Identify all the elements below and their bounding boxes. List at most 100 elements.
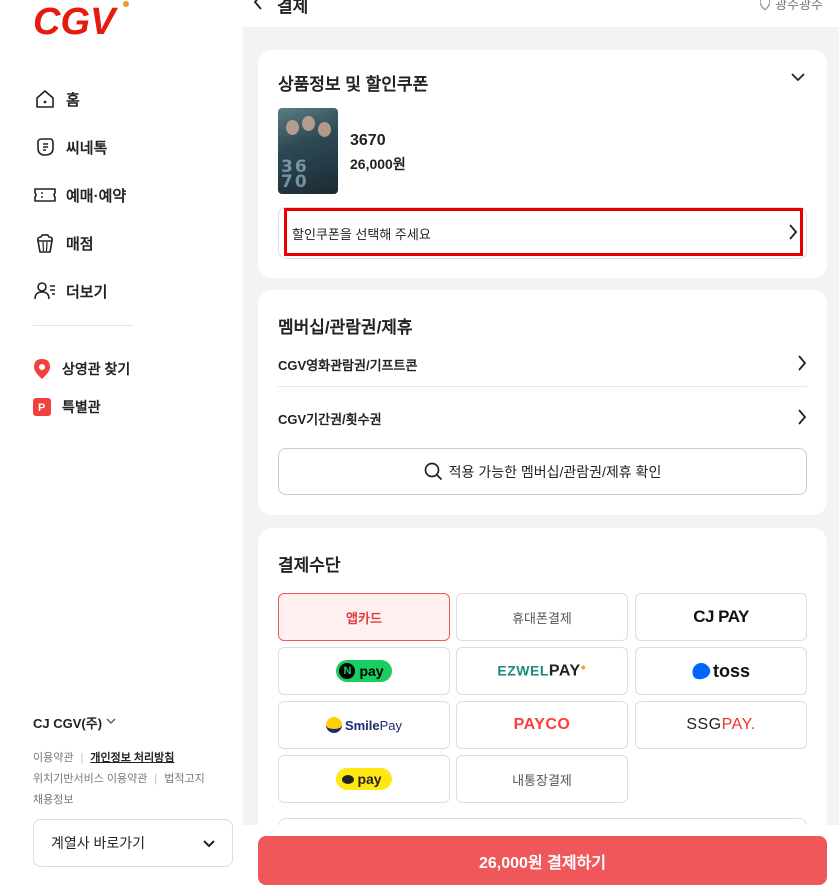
toss-logo: toss <box>689 660 750 682</box>
chevron-down-icon <box>203 835 215 851</box>
cgv-logo[interactable]: CGV <box>33 0 133 43</box>
ezwelpay-logo: EZWELPAY● <box>497 662 586 681</box>
separator: | <box>80 752 84 764</box>
nav-item-more[interactable]: 더보기 <box>33 267 126 315</box>
coupon-select-button[interactable]: 할인쿠폰을 선택해 주세요 <box>278 207 807 259</box>
naverpay-logo: N pay <box>336 660 392 682</box>
bottom-pay-bar: 26,000원 결제하기 <box>243 825 839 895</box>
card-title: 멤버십/관람권/제휴 <box>278 318 413 337</box>
poster-title: 36 70 <box>281 157 309 192</box>
more-people-icon <box>33 279 57 303</box>
check-membership-button[interactable]: 적용 가능한 멤버십/관람권/제휴 확인 <box>278 448 807 495</box>
pay-appcard-button[interactable]: 앱카드 <box>278 593 450 641</box>
nav-item-cinetalk[interactable]: 씨네톡 <box>33 123 126 171</box>
company-info-toggle[interactable]: CJ CGV(주) <box>33 713 116 732</box>
page-title: 결제 <box>277 0 309 16</box>
affiliate-select[interactable]: 계열사 바로가기 <box>33 819 233 867</box>
nav-item-special-theater[interactable]: P 특별관 <box>33 388 130 426</box>
collapse-button[interactable] <box>789 68 807 86</box>
cjpay-logo: CJ PAY <box>693 607 749 626</box>
nav-label: 매점 <box>66 235 94 253</box>
ezwel-text: EZWEL <box>497 662 549 679</box>
smile-text: Smile <box>344 717 380 733</box>
row-label: CGV영화관람권/기프트콘 <box>278 358 418 373</box>
nav-item-booking[interactable]: 예매·예약 <box>33 171 126 219</box>
pay-toss-button[interactable]: toss <box>635 647 807 695</box>
legal-link[interactable]: 법적고지 <box>164 773 204 785</box>
chevron-left-icon <box>253 0 263 15</box>
popcorn-icon <box>33 231 57 255</box>
speech-bubble-icon <box>342 774 355 784</box>
naver-n-icon: N <box>339 663 356 679</box>
movie-poster: 36 70 <box>278 108 338 194</box>
ssg-text: SSG <box>686 716 722 733</box>
privacy-link[interactable]: 개인정보 처리방침 <box>90 752 174 764</box>
top-bar: 결제 광주광주 <box>243 0 839 27</box>
card-title: 결제수단 <box>278 556 341 575</box>
pay-naverpay-button[interactable]: N pay <box>278 647 450 695</box>
kakaopay-logo: pay <box>336 768 392 790</box>
company-name: CJ CGV(주) <box>33 716 103 731</box>
location-pin-icon <box>33 359 51 379</box>
ssg-pay-text: PAY. <box>721 716 756 733</box>
nav-label: 홈 <box>66 91 80 109</box>
footer-links: 이용약관 | 개인정보 처리방침 위치기반서비스 이용약관 | 법적고지 채용정보 <box>33 748 233 811</box>
pay-cjpay-button[interactable]: CJ PAY <box>635 593 807 641</box>
main-nav: 홈 씨네톡 예매·예약 매점 더보기 <box>33 75 126 315</box>
card-title: 상품정보 및 할인쿠폰 <box>278 75 429 94</box>
ssgpay-logo: SSGPAY. <box>686 716 755 734</box>
coupon-placeholder: 할인쿠폰을 선택해 주세요 <box>292 226 431 242</box>
location-terms-link[interactable]: 위치기반서비스 이용약관 <box>33 773 147 785</box>
chevron-down-icon <box>106 717 116 728</box>
location-pin-icon <box>760 0 771 10</box>
home-icon <box>33 87 57 111</box>
chevron-right-icon <box>797 408 807 428</box>
special-theater-icon: P <box>33 397 51 417</box>
smile-icon <box>325 717 342 733</box>
pay-bank-button[interactable]: 내통장결제 <box>456 755 628 803</box>
terms-link[interactable]: 이용약관 <box>33 752 73 764</box>
pay-label: 휴대폰결제 <box>512 610 572 626</box>
chevron-right-icon <box>788 223 798 243</box>
cinetalk-icon <box>33 135 57 159</box>
ticket-icon <box>33 183 57 207</box>
pay-ssgpay-button[interactable]: SSGPAY. <box>635 701 807 749</box>
product-info-card: 상품정보 및 할인쿠폰 36 70 3670 26,000원 할인쿠폰을 선택해… <box>258 50 827 278</box>
recruit-link[interactable]: 채용정보 <box>33 794 73 806</box>
pay-label: 앱카드 <box>346 610 382 626</box>
svg-text:P: P <box>38 402 45 414</box>
pay-smilepay-button[interactable]: Smile Pay <box>278 701 450 749</box>
separator: | <box>154 773 158 785</box>
nav-label: 씨네톡 <box>66 139 108 157</box>
nav-label: 예매·예약 <box>66 187 127 205</box>
nav-label: 상영관 찾기 <box>62 361 131 377</box>
current-location[interactable]: 광주광주 <box>760 0 823 13</box>
membership-card: 멤버십/관람권/제휴 CGV영화관람권/기프트콘 CGV기간권/횟수권 적용 가… <box>258 290 827 515</box>
secondary-nav: 상영관 찾기 P 특별관 <box>33 350 130 426</box>
poster-figure <box>302 116 315 131</box>
poster-figure <box>318 122 331 137</box>
payco-logo: PAYCO <box>513 716 571 733</box>
search-icon <box>424 462 442 481</box>
nav-item-find-theater[interactable]: 상영관 찾기 <box>33 350 130 388</box>
button-label: 적용 가능한 멤버십/관람권/제휴 확인 <box>448 463 662 480</box>
gift-ticket-row[interactable]: CGV영화관람권/기프트콘 <box>278 343 807 387</box>
smilepay-logo: Smile Pay <box>325 717 402 733</box>
svg-text:CGV: CGV <box>33 1 118 40</box>
location-label: 광주광주 <box>775 0 823 12</box>
pay-label: 내통장결제 <box>512 772 572 788</box>
pay-phone-button[interactable]: 휴대폰결제 <box>456 593 628 641</box>
pay-ezwel-button[interactable]: EZWELPAY● <box>456 647 628 695</box>
nav-item-snack[interactable]: 매점 <box>33 219 126 267</box>
naverpay-text: pay <box>359 663 384 679</box>
kakaopay-text: pay <box>357 771 382 787</box>
back-button[interactable]: 결제 <box>253 0 308 17</box>
nav-label: 더보기 <box>66 283 108 301</box>
product-name: 3670 <box>350 132 386 149</box>
toss-icon <box>689 660 713 682</box>
pay-now-button[interactable]: 26,000원 결제하기 <box>258 836 827 885</box>
nav-item-home[interactable]: 홈 <box>33 75 126 123</box>
period-pass-row[interactable]: CGV기간권/횟수권 <box>278 396 807 440</box>
pay-payco-button[interactable]: PAYCO <box>456 701 628 749</box>
pay-kakaopay-button[interactable]: pay <box>278 755 450 803</box>
